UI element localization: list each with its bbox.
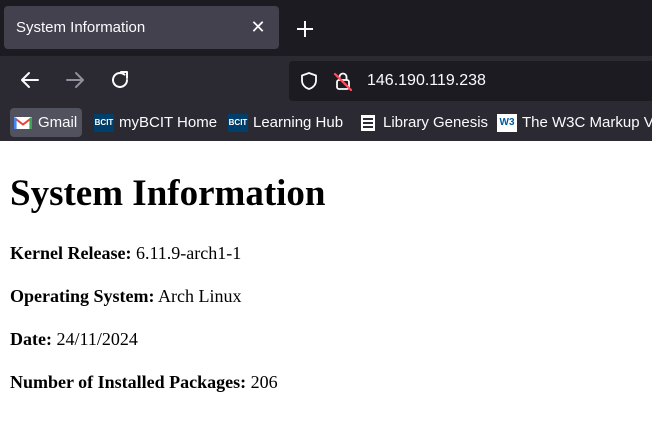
field-value: Arch Linux: [158, 286, 242, 306]
new-tab-icon[interactable]: [293, 17, 317, 41]
field-value: 6.11.9-arch1-1: [135, 243, 242, 263]
reload-icon[interactable]: [108, 68, 132, 92]
field-value: 206: [250, 372, 278, 392]
field-value: 24/11/2024: [56, 329, 138, 349]
page-content: System Information Kernel Release: 6.11.…: [10, 141, 652, 392]
tab-title: System Information: [16, 19, 146, 36]
field-label: Date:: [10, 329, 52, 349]
back-arrow-icon[interactable]: [18, 68, 42, 92]
navigation-toolbar: 146.190.119.238: [0, 56, 652, 104]
bcit-icon: BCIT: [228, 113, 248, 132]
bookmark-label: Library Genesis: [383, 114, 489, 131]
tab-system-information[interactable]: System Information ✕: [4, 6, 279, 49]
field-label: Operating System:: [10, 286, 155, 306]
bookmark-library-genesis[interactable]: Library Genesis: [355, 108, 493, 137]
bookmarks-toolbar: Gmail BCIT myBCIT Home BCIT Learning Hub…: [0, 104, 652, 141]
page-title: System Information: [10, 173, 326, 214]
operating-system-line: Operating System: Arch Linux: [10, 286, 241, 307]
bookmark-label: myBCIT Home: [119, 114, 218, 131]
bookmark-label: Learning Hub: [253, 114, 344, 131]
bookmark-mybcit-home[interactable]: BCIT myBCIT Home: [91, 108, 222, 137]
shield-icon[interactable]: [299, 71, 319, 91]
field-label: Kernel Release:: [10, 243, 132, 263]
w3c-icon: W3: [497, 113, 517, 132]
bookmark-label: Gmail: [38, 114, 78, 131]
bookmark-learning-hub[interactable]: BCIT Learning Hub: [225, 108, 348, 137]
date-line: Date: 24/11/2024: [10, 329, 138, 350]
bookmark-label: The W3C Markup Va: [522, 114, 652, 131]
field-label: Number of Installed Packages:: [10, 372, 247, 392]
close-tab-icon[interactable]: ✕: [247, 16, 269, 38]
library-genesis-icon: [358, 114, 378, 132]
address-bar[interactable]: 146.190.119.238: [289, 61, 652, 101]
bookmark-gmail[interactable]: Gmail: [10, 108, 83, 137]
bcit-icon: BCIT: [94, 113, 114, 132]
installed-packages-line: Number of Installed Packages: 206: [10, 372, 278, 393]
url-text: 146.190.119.238: [367, 72, 486, 89]
kernel-release-line: Kernel Release: 6.11.9-arch1-1: [10, 243, 241, 264]
insecure-lock-icon[interactable]: [333, 71, 353, 91]
forward-arrow-icon[interactable]: [63, 68, 87, 92]
tab-strip: System Information ✕: [0, 0, 652, 56]
bookmark-w3c-markup-validator[interactable]: W3 The W3C Markup Va: [494, 108, 652, 137]
gmail-icon: [13, 114, 33, 132]
